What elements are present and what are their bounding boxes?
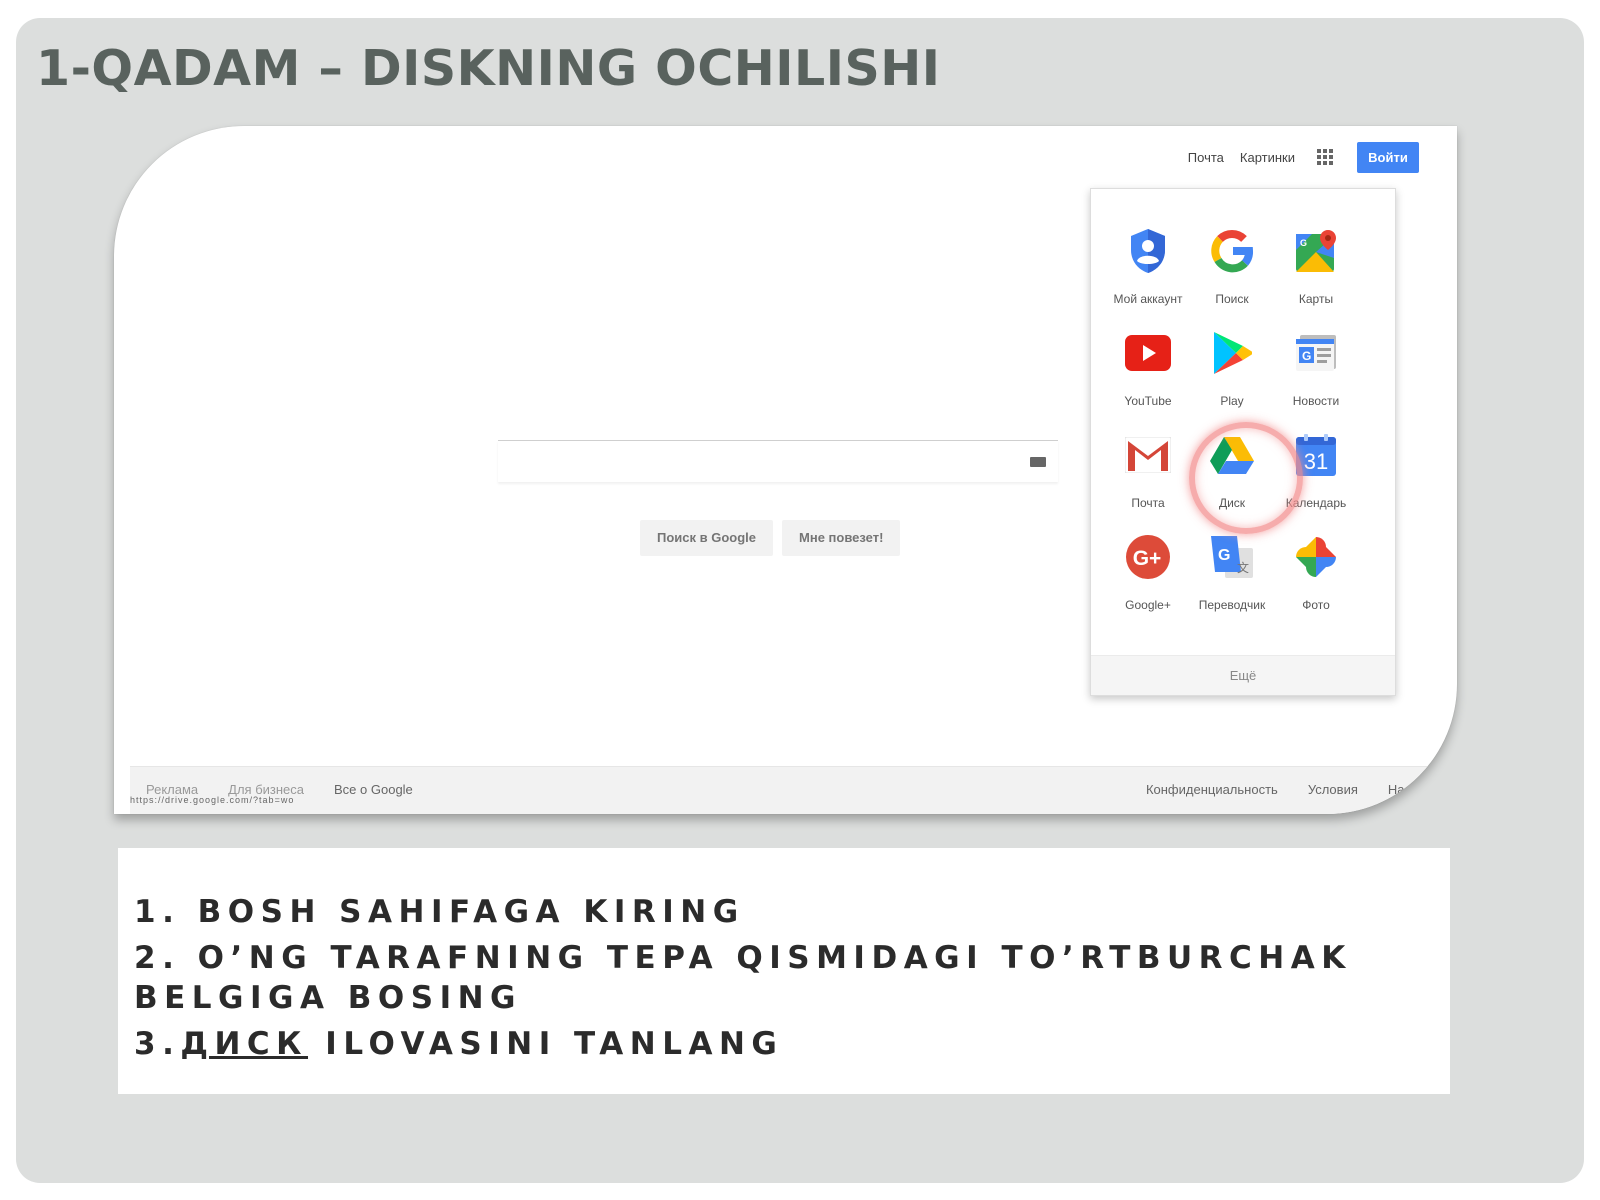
drive-highlight-circle [1189,422,1303,534]
signin-button[interactable]: Войти [1357,141,1419,173]
svg-text:31: 31 [1304,449,1328,474]
app-google-plus[interactable]: G+ Google+ [1106,533,1190,635]
svg-text:文: 文 [1237,560,1249,575]
play-icon [1208,329,1256,377]
steps-list: 1. Bosh sahifaga kiring 2. O’ng tarafnin… [134,892,1424,1070]
search-buttons: Поиск в Google Мне повезет! [640,520,909,556]
account-shield-icon [1124,227,1172,275]
footer-link-settings[interactable]: Нас [1388,782,1411,797]
app-youtube[interactable]: YouTube [1106,329,1190,431]
translate-icon: G 文 [1208,533,1256,581]
footer-link-terms[interactable]: Условия [1308,782,1358,797]
svg-text:G: G [1300,238,1307,248]
google-g-icon [1208,227,1256,275]
app-label: Фото [1302,598,1330,612]
slide: 1-QADAM – DISKNING OCHILISHI Почта Карти… [16,18,1584,1183]
footer-link-about[interactable]: Все о Google [334,782,413,797]
app-search[interactable]: Поиск [1190,227,1274,329]
app-label: Google+ [1125,598,1171,612]
app-translate[interactable]: G 文 Переводчик [1190,533,1274,635]
app-label: Поиск [1215,292,1249,306]
svg-text:G: G [1302,349,1311,363]
instructions-box: 1. Bosh sahifaga kiring 2. O’ng tarafnin… [118,848,1450,1094]
youtube-icon [1124,329,1172,377]
app-photos[interactable]: Фото [1274,533,1358,635]
news-icon: G [1292,329,1340,377]
step-3-drive-link: Диск [180,1026,309,1062]
maps-icon: G [1292,227,1340,275]
app-news[interactable]: G Новости [1274,329,1358,431]
keyboard-icon[interactable] [1030,457,1046,467]
app-label: Новости [1292,394,1340,408]
browser-screenshot: Почта Картинки Войти Поиск в Google Мне … [114,126,1457,814]
footer-link-privacy[interactable]: Конфиденциальность [1146,782,1278,797]
images-link[interactable]: Картинки [1240,150,1295,165]
top-bar: Почта Картинки Войти [1188,141,1419,173]
app-gmail[interactable]: Почта [1106,431,1190,533]
step-3: 3.Диск ilovasini tanlang [134,1024,1424,1064]
app-label: Карты [1298,292,1334,306]
app-maps[interactable]: G Карты [1274,227,1358,329]
app-label: Почта [1131,496,1165,510]
step-3-prefix: 3. [134,1026,181,1062]
gmail-icon [1124,431,1172,479]
apps-grid-icon[interactable] [1317,149,1333,165]
app-label: Мой аккаунт [1113,292,1183,306]
google-plus-icon: G+ [1124,533,1172,581]
app-label: Переводчик [1198,598,1266,612]
google-search-button[interactable]: Поиск в Google [640,520,774,556]
app-label: YouTube [1124,394,1172,408]
search-input[interactable] [498,440,1058,482]
app-my-account[interactable]: Мой аккаунт [1106,227,1190,329]
page-footer: Реклама Для бизнеса Все о Google Конфиде… [130,766,1441,814]
step-3-rest: ilovasini tanlang [308,1026,784,1062]
step-1: 1. Bosh sahifaga kiring [134,894,745,930]
svg-text:G+: G+ [1133,547,1162,570]
app-label: Play [1220,394,1244,408]
more-apps-button[interactable]: Ещё [1091,655,1395,695]
app-play[interactable]: Play [1190,329,1274,431]
feeling-lucky-button[interactable]: Мне повезет! [782,520,901,556]
status-url: https://drive.google.com/?tab=wo [130,795,295,805]
svg-text:G: G [1218,547,1230,564]
step-2: 2. O’ng tarafning tepa qismidagi to’rtbu… [134,940,1352,1016]
slide-title: 1-QADAM – DISKNING OCHILISHI [36,40,941,97]
photos-icon [1292,533,1340,581]
mail-link[interactable]: Почта [1188,150,1224,165]
